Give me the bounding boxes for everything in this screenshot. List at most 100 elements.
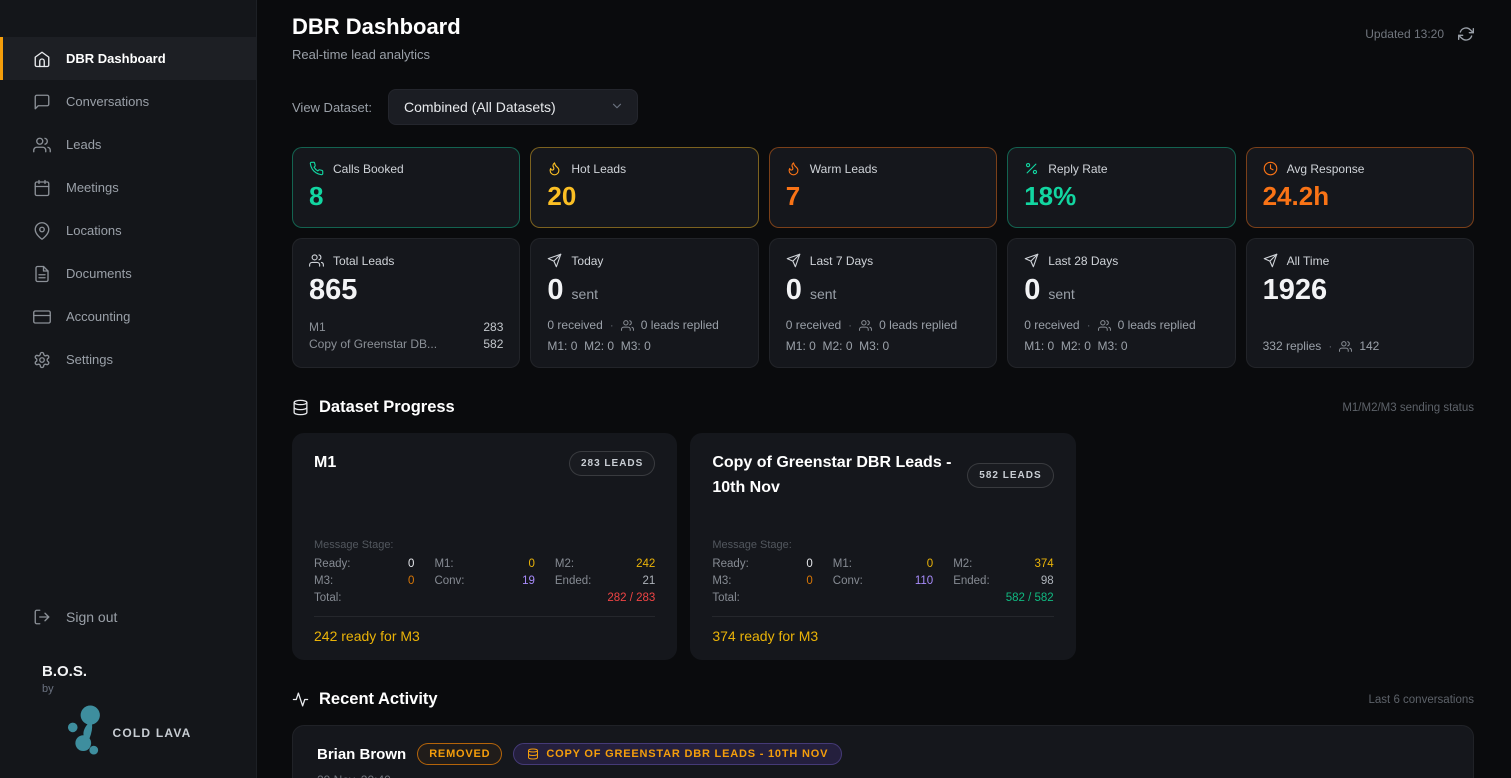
- stage-m3: M3:0: [712, 575, 812, 587]
- refresh-icon[interactable]: [1458, 26, 1474, 42]
- sign-out-button[interactable]: Sign out: [0, 597, 256, 637]
- chevron-down-icon: [610, 99, 624, 116]
- brand-block: B.O.S. by COLD LAVA: [0, 663, 256, 778]
- summary-unit: sent: [572, 286, 598, 302]
- summary-card-last-28-days: Last 28 Days 0sent 0 received · 0 leads …: [1007, 238, 1235, 368]
- stage-m2: M2:374: [953, 558, 1053, 570]
- summary-label: Total Leads: [333, 254, 394, 268]
- stage-value: 242: [636, 558, 655, 570]
- stage-ended: Ended:98: [953, 575, 1053, 587]
- sidebar-item-label: Locations: [66, 223, 122, 238]
- stage-label: Ready:: [314, 558, 350, 570]
- main-content: DBR Dashboard Real-time lead analytics U…: [257, 0, 1511, 778]
- stage-ready: Ready:0: [712, 558, 812, 570]
- dot-separator: ·: [1087, 318, 1091, 332]
- summary-meta: 0 received · 0 leads replied: [547, 318, 741, 332]
- stage-ready: Ready:0: [314, 558, 414, 570]
- summary-meta: 332 replies · 142: [1263, 339, 1457, 353]
- stage-value: 0: [528, 558, 534, 570]
- message-stage-grid: Ready:0 M1:0 M2:242 M3:0 Conv:19 Ended:2…: [314, 558, 655, 604]
- sidebar-item-label: DBR Dashboard: [66, 51, 166, 66]
- sidebar-item-accounting[interactable]: Accounting: [0, 295, 256, 338]
- summary-card-grid: Total Leads 865 M1283 Copy of Greenstar …: [292, 238, 1474, 368]
- stage-label: Conv:: [434, 575, 464, 587]
- stat-label: Calls Booked: [333, 162, 404, 176]
- stage-value: 19: [522, 575, 535, 587]
- total-leads-breakdown: M1283 Copy of Greenstar DB...582: [309, 319, 503, 353]
- send-icon: [1263, 253, 1278, 268]
- logout-icon: [33, 608, 51, 626]
- leads-count-badge: 582 LEADS: [967, 463, 1053, 488]
- stat-card-reply-rate: Reply Rate 18%: [1007, 147, 1235, 228]
- sidebar-item-label: Leads: [66, 137, 101, 152]
- send-icon: [1024, 253, 1039, 268]
- replied-count: 0 leads replied: [1118, 318, 1196, 332]
- brand-logo: COLD LAVA: [0, 701, 256, 764]
- stage-m2: M2: 242: [555, 558, 655, 570]
- breakdown-row: M1283: [309, 319, 503, 336]
- stat-card-calls-booked: Calls Booked 8: [292, 147, 520, 228]
- sign-out-label: Sign out: [66, 609, 117, 625]
- phone-icon: [309, 161, 324, 176]
- stage-label: Total:: [314, 592, 342, 604]
- summary-label: Today: [571, 254, 603, 268]
- stage-counts: M1: 0 M2: 0 M3: 0: [547, 339, 741, 353]
- sidebar-item-conversations[interactable]: Conversations: [0, 80, 256, 123]
- received-count: 0 received: [786, 318, 841, 332]
- sidebar-item-meetings[interactable]: Meetings: [0, 166, 256, 209]
- dataset-name: Copy of Greenstar DBR Leads - 10th Nov: [712, 451, 953, 501]
- map-pin-icon: [33, 222, 51, 240]
- users-icon: [1339, 340, 1352, 353]
- summary-card-last-7-days: Last 7 Days 0sent 0 received · 0 leads r…: [769, 238, 997, 368]
- received-count: 0 received: [1024, 318, 1079, 332]
- page-title: DBR Dashboard: [292, 14, 461, 40]
- replied-count: 0 leads replied: [641, 318, 719, 332]
- dataset-progress-header: Dataset Progress M1/M2/M3 sending status: [292, 398, 1474, 417]
- cold-lava-logo-icon: [64, 701, 106, 764]
- summary-value: 1926: [1263, 274, 1328, 307]
- stat-label: Warm Leads: [810, 162, 878, 176]
- sidebar-item-label: Conversations: [66, 94, 149, 109]
- stage-label: M2:: [953, 558, 972, 570]
- recent-activity-header: Recent Activity Last 6 conversations: [292, 690, 1474, 709]
- dataset-select[interactable]: Combined (All Datasets): [388, 89, 638, 125]
- brand-by: by: [0, 683, 256, 695]
- page-subtitle: Real-time lead analytics: [292, 47, 461, 62]
- breakdown-value: 283: [483, 319, 503, 336]
- home-icon: [33, 50, 51, 68]
- stage-total-value: 282 / 283: [607, 592, 655, 604]
- sidebar-item-locations[interactable]: Locations: [0, 209, 256, 252]
- stage-label: M1:: [833, 558, 852, 570]
- summary-card-today: Today 0sent 0 received · 0 leads replied…: [530, 238, 758, 368]
- section-title: Dataset Progress: [319, 398, 455, 417]
- stage-label: Ready:: [712, 558, 748, 570]
- summary-unit: sent: [1048, 286, 1074, 302]
- users-icon: [1098, 319, 1111, 332]
- stage-label: M2:: [555, 558, 574, 570]
- dot-separator: ·: [848, 318, 852, 332]
- app-root: DBR Dashboard Conversations Leads Meetin…: [0, 0, 1511, 778]
- stage-value: 110: [915, 575, 933, 587]
- breakdown-name: Copy of Greenstar DB...: [309, 336, 437, 353]
- stat-card-warm-leads: Warm Leads 7: [769, 147, 997, 228]
- stat-value: 20: [547, 181, 741, 212]
- sidebar-item-leads[interactable]: Leads: [0, 123, 256, 166]
- message-stage-grid: Ready:0 M1:0 M2:374 M3:0 Conv:110 Ended:…: [712, 558, 1053, 604]
- leads-count-badge: 283 LEADS: [569, 451, 655, 476]
- stat-card-hot-leads: Hot Leads 20: [530, 147, 758, 228]
- sidebar-item-documents[interactable]: Documents: [0, 252, 256, 295]
- flame-icon: [786, 161, 801, 176]
- summary-card-all-time: All Time 1926 332 replies · 142: [1246, 238, 1474, 368]
- sidebar-item-label: Meetings: [66, 180, 119, 195]
- sidebar-item-settings[interactable]: Settings: [0, 338, 256, 381]
- chat-icon: [33, 93, 51, 111]
- users-icon: [621, 319, 634, 332]
- send-icon: [547, 253, 562, 268]
- activity-item-brian-brown[interactable]: Brian Brown REMOVED COPY OF GREENSTAR DB…: [292, 725, 1474, 778]
- summary-meta: 0 received · 0 leads replied: [1024, 318, 1218, 332]
- stage-label: Conv:: [833, 575, 863, 587]
- ready-for-m3-note: 374 ready for M3: [712, 628, 1053, 644]
- received-count: 0 received: [547, 318, 602, 332]
- sidebar-item-dbr-dashboard[interactable]: DBR Dashboard: [0, 37, 256, 80]
- stage-label: Ended:: [555, 575, 591, 587]
